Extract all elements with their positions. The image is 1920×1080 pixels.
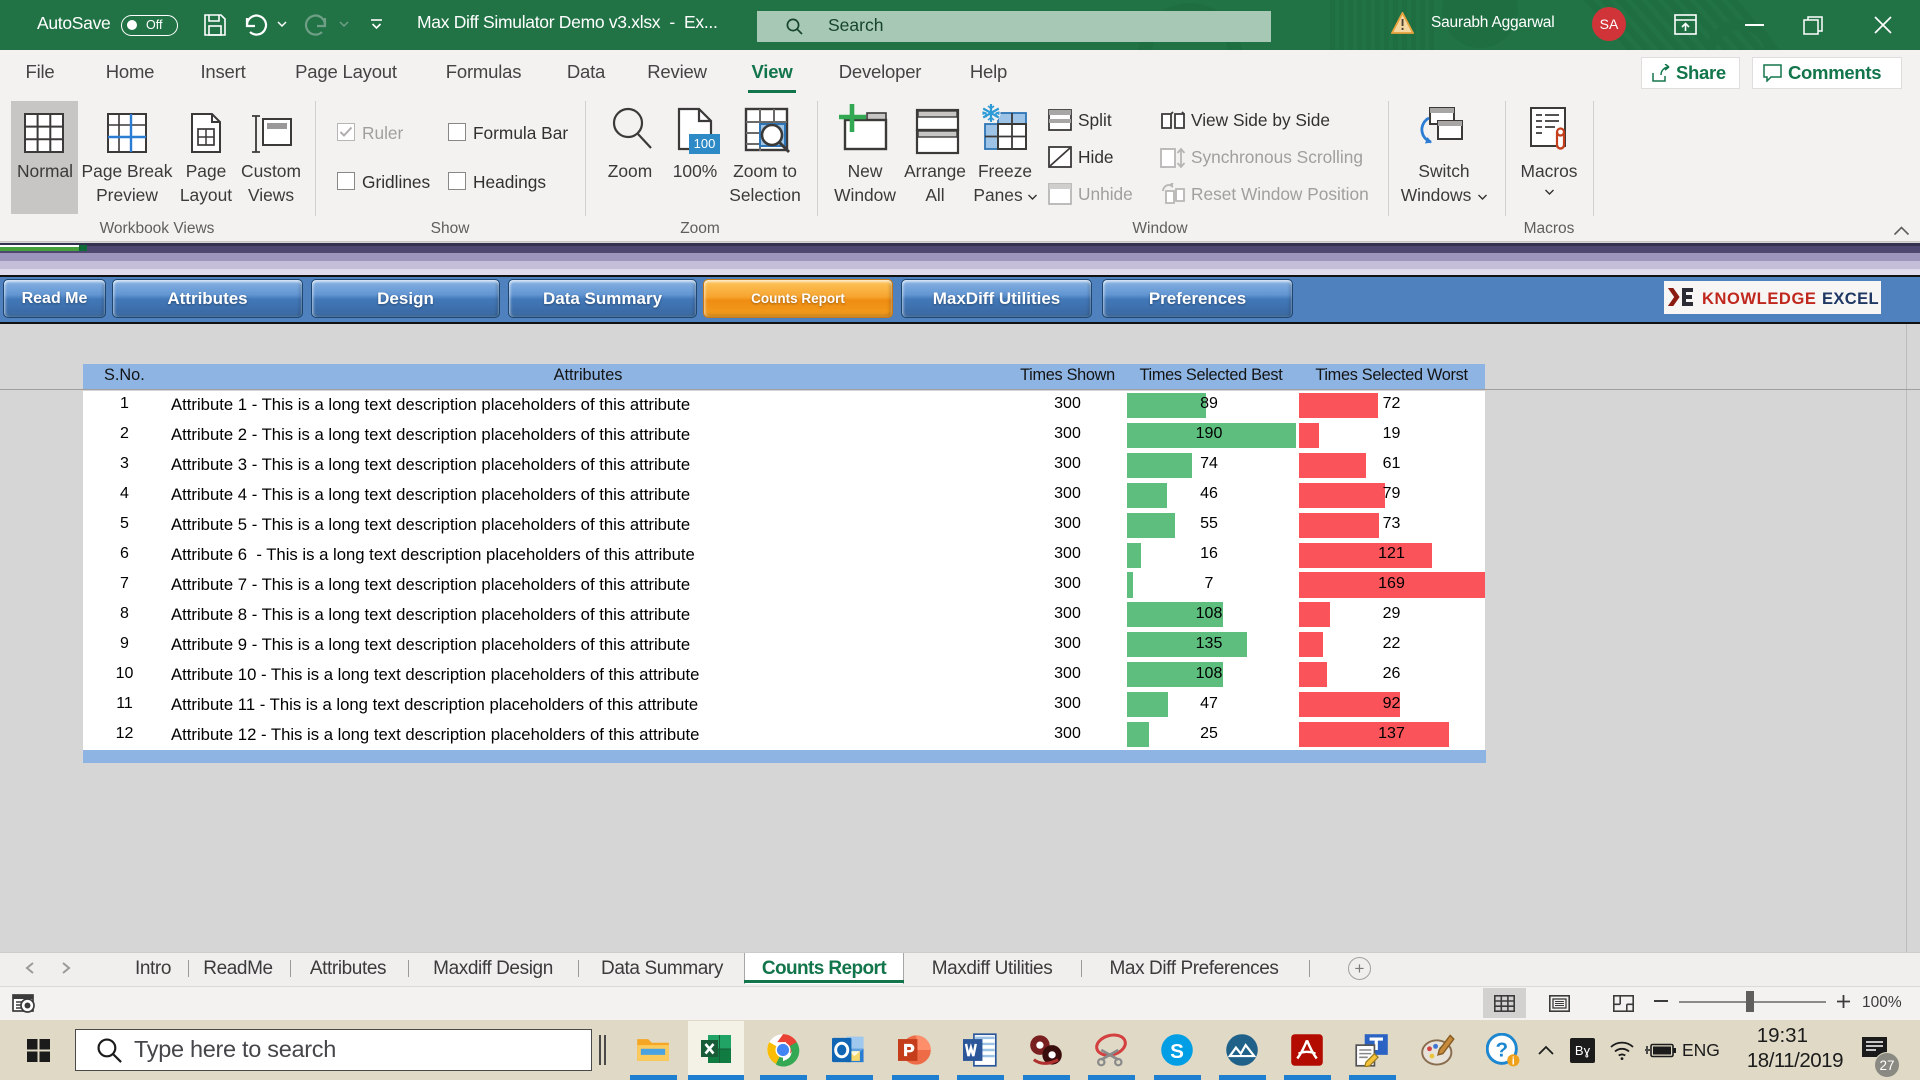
svg-text:i: i [1512,1055,1515,1067]
svg-text:S: S [1170,1040,1184,1063]
svg-text:?: ? [1495,1039,1508,1062]
